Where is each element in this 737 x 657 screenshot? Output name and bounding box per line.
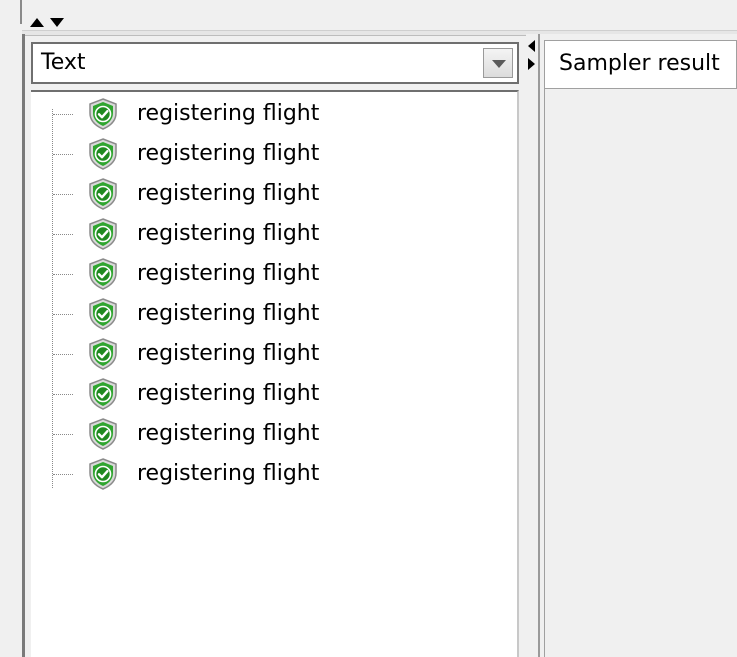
renderer-select[interactable]: Text	[31, 42, 519, 84]
shield-check-icon	[87, 178, 119, 210]
dropdown-button[interactable]	[483, 48, 513, 78]
tree-item[interactable]: registering flight	[31, 374, 511, 414]
split-pane-arrows	[30, 16, 80, 30]
tab-label: Sampler result	[559, 51, 720, 76]
shield-check-icon	[87, 378, 119, 410]
tree-item-label: registering flight	[137, 381, 320, 406]
shield-check-icon	[87, 418, 119, 450]
right-pane: Sampler result	[540, 34, 737, 657]
collapse-right-icon[interactable]	[528, 58, 535, 70]
tree-branch-line	[53, 314, 73, 315]
shield-check-icon	[87, 338, 119, 370]
shield-check-icon	[87, 258, 119, 290]
shield-check-icon	[87, 98, 119, 130]
shield-check-icon	[87, 298, 119, 330]
vertical-splitter[interactable]	[526, 34, 540, 657]
tree-branch-line	[53, 394, 73, 395]
tree-item[interactable]: registering flight	[31, 414, 511, 454]
renderer-select-value: Text	[41, 50, 86, 75]
tree-item-label: registering flight	[137, 261, 320, 286]
chevron-down-icon	[492, 60, 506, 68]
tree-item[interactable]: registering flight	[31, 174, 511, 214]
shield-check-icon	[87, 458, 119, 490]
tree-item-label: registering flight	[137, 181, 320, 206]
tree-item[interactable]: registering flight	[31, 134, 511, 174]
tree-branch-line	[53, 474, 73, 475]
collapse-left-icon[interactable]	[528, 40, 535, 52]
tree-item-label: registering flight	[137, 421, 320, 446]
tab-sampler-result[interactable]: Sampler result	[544, 40, 737, 88]
tree-branch-line	[53, 434, 73, 435]
collapse-down-icon[interactable]	[50, 18, 64, 27]
sample-tree[interactable]: registering flight registering flight regi…	[31, 90, 519, 657]
tree-item-label: registering flight	[137, 461, 320, 486]
tree-item-label: registering flight	[137, 221, 320, 246]
tree-branch-line	[53, 194, 73, 195]
tree-branch-line	[53, 114, 73, 115]
tree-item[interactable]: registering flight	[31, 254, 511, 294]
collapse-up-icon[interactable]	[30, 18, 44, 27]
tree-item[interactable]: registering flight	[31, 94, 511, 134]
tree-item[interactable]: registering flight	[31, 214, 511, 254]
results-tree-view: Text registering flight registering fligh…	[0, 0, 737, 657]
tree-item[interactable]: registering flight	[31, 294, 511, 334]
tab-content-panel	[544, 88, 737, 657]
left-pane: Text registering flight registering fligh…	[22, 34, 526, 657]
top-border-line	[20, 0, 22, 24]
tree-branch-line	[53, 154, 73, 155]
tree-item-label: registering flight	[137, 101, 320, 126]
tree-item-label: registering flight	[137, 301, 320, 326]
tree-item[interactable]: registering flight	[31, 334, 511, 374]
tree-item-label: registering flight	[137, 341, 320, 366]
shield-check-icon	[87, 138, 119, 170]
tree-branch-line	[53, 274, 73, 275]
tree-branch-line	[53, 234, 73, 235]
tree-item[interactable]: registering flight	[31, 454, 511, 494]
shield-check-icon	[87, 218, 119, 250]
tree-branch-line	[53, 354, 73, 355]
tree-item-label: registering flight	[137, 141, 320, 166]
